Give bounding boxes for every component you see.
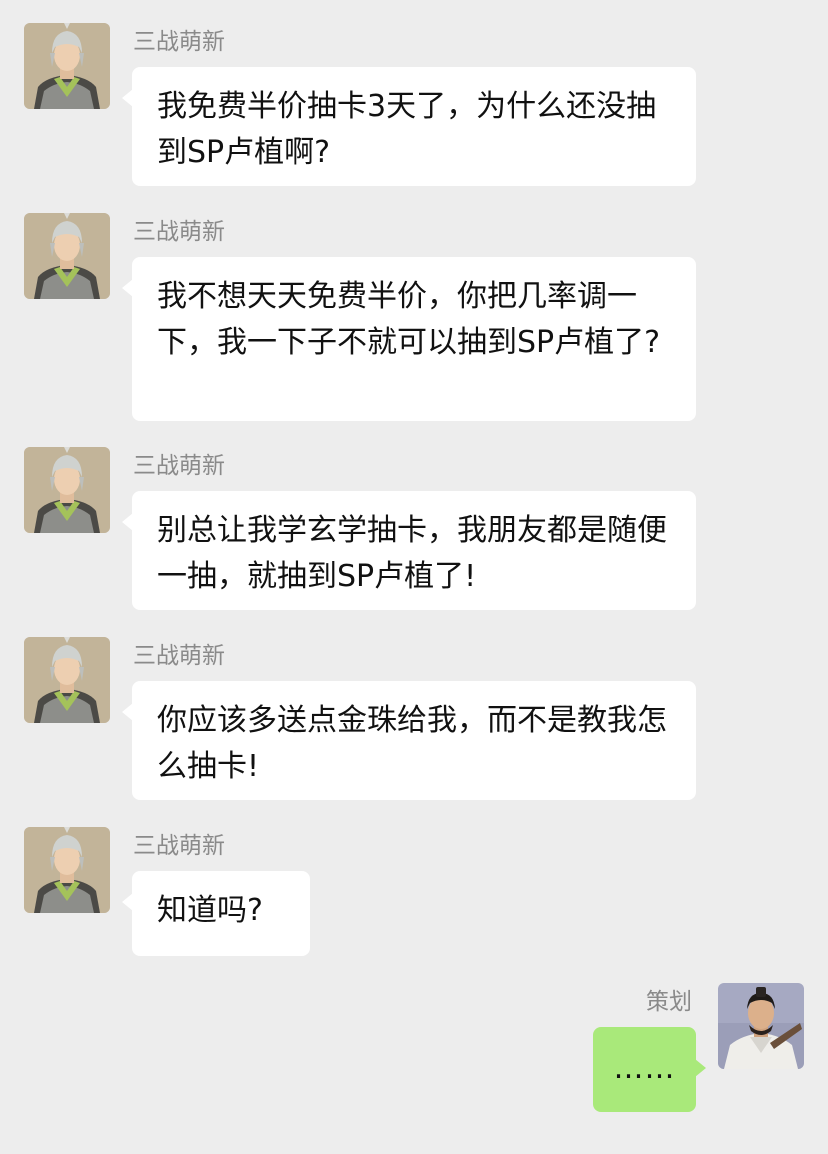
sender-name: 三战萌新 <box>133 219 225 245</box>
message-text: 我免费半价抽卡3天了，为什么还没抽到SP卢植啊? <box>157 89 657 170</box>
sender-name: 三战萌新 <box>133 453 225 479</box>
sender-name: 三战萌新 <box>133 29 225 55</box>
message-bubble[interactable]: 别总让我学玄学抽卡，我朋友都是随便一抽，就抽到SP卢植了! <box>122 491 696 610</box>
message-text: …… <box>613 1051 676 1086</box>
sender-name: 三战萌新 <box>133 833 225 859</box>
general-avatar-icon[interactable] <box>24 23 110 109</box>
message-text: 别总让我学玄学抽卡，我朋友都是随便一抽，就抽到SP卢植了! <box>157 513 667 594</box>
message-bubble[interactable]: 我免费半价抽卡3天了，为什么还没抽到SP卢植啊? <box>122 67 696 186</box>
sender-name: 策划 <box>646 989 692 1015</box>
general-avatar-icon[interactable] <box>24 637 110 723</box>
message-bubble[interactable]: …… <box>593 1027 706 1112</box>
scholar-avatar-icon[interactable] <box>718 983 804 1069</box>
general-avatar-icon[interactable] <box>24 447 110 533</box>
message-text: 知道吗? <box>157 893 263 928</box>
message-bubble[interactable]: 你应该多送点金珠给我，而不是教我怎么抽卡! <box>122 681 696 800</box>
message-bubble[interactable]: 知道吗? <box>122 871 310 956</box>
message-bubble[interactable]: 我不想天天免费半价，你把几率调一下，我一下子不就可以抽到SP卢植了? <box>122 257 696 421</box>
message-text: 你应该多送点金珠给我，而不是教我怎么抽卡! <box>157 703 667 784</box>
general-avatar-icon[interactable] <box>24 827 110 913</box>
sender-name: 三战萌新 <box>133 643 225 669</box>
message-text: 我不想天天免费半价，你把几率调一下，我一下子不就可以抽到SP卢植了? <box>157 279 661 360</box>
general-avatar-icon[interactable] <box>24 213 110 299</box>
